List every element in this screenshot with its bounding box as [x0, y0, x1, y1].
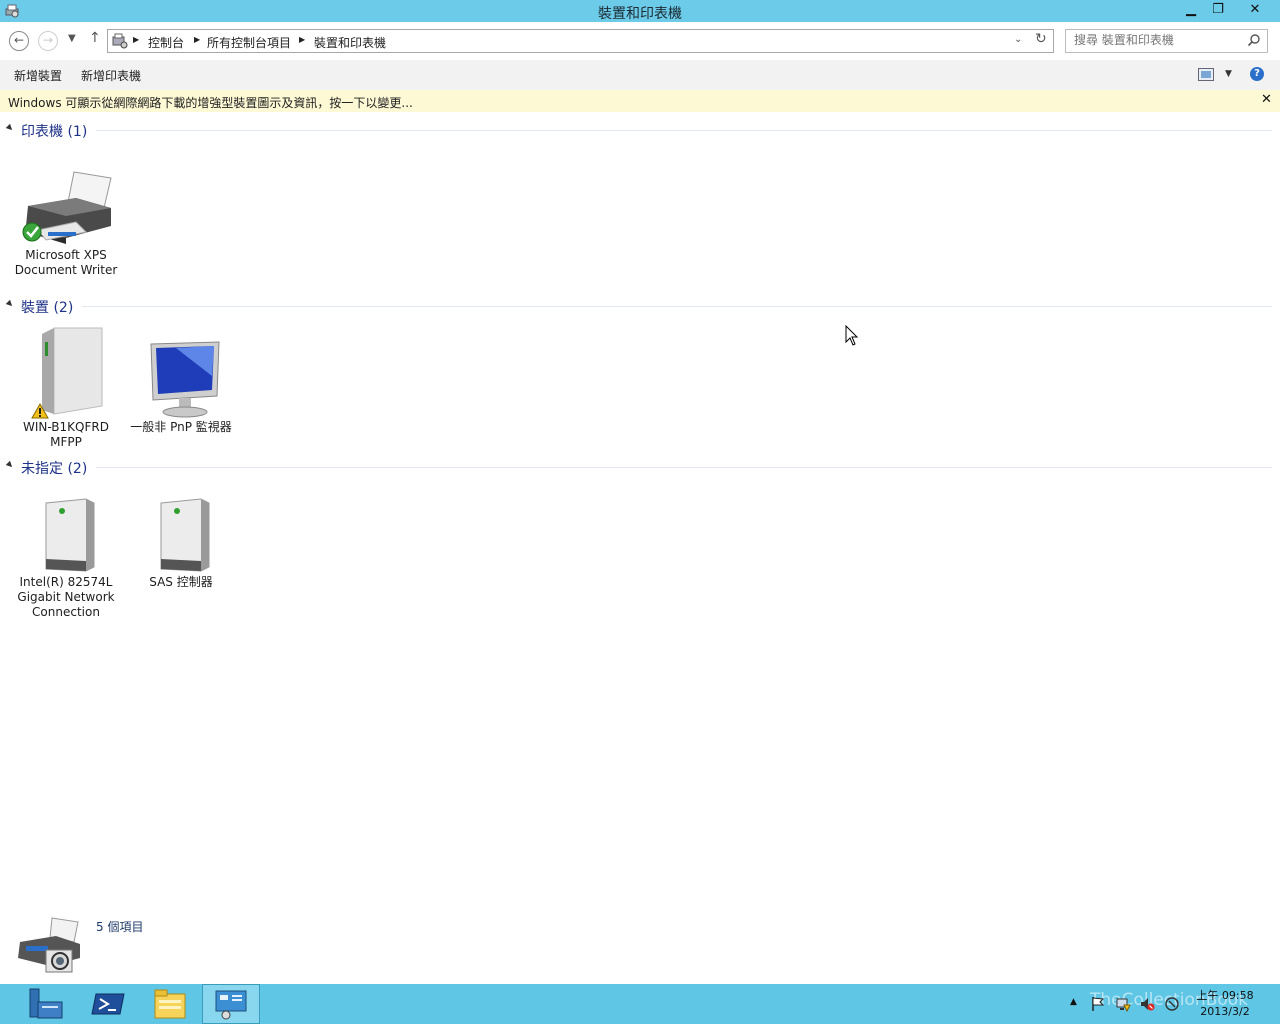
action-center-flag-icon[interactable] [1090, 996, 1106, 1012]
computer-tower-icon [31, 327, 103, 419]
devices-printers-large-icon [18, 917, 80, 973]
clock[interactable]: 上午 09:58 2013/3/2 [1192, 988, 1258, 1020]
item-count: 5 個項目 [96, 920, 144, 934]
group-title[interactable]: 未指定 (2) [21, 458, 87, 478]
network-icon[interactable] [1115, 996, 1131, 1012]
clock-time: 上午 09:58 [1196, 989, 1254, 1002]
file-explorer-button[interactable] [141, 984, 199, 1024]
collapse-arrow-icon[interactable] [5, 123, 15, 133]
taskbar: TheCollectionBook ▲ 上午 09:58 2013/3/2 [0, 984, 1280, 1024]
device-label[interactable]: 一般非 PnP 監視器 [126, 420, 236, 435]
details-pane: 5 個項目 [0, 910, 1280, 984]
device-label[interactable]: Intel(R) 82574L Gigabit Network Connecti… [11, 575, 121, 620]
collapse-arrow-icon[interactable] [5, 460, 15, 470]
mouse-cursor-icon [845, 325, 859, 346]
device-item[interactable]: Microsoft XPS Document Writer [11, 168, 121, 278]
printer-icon [22, 171, 112, 244]
powershell-icon [91, 993, 125, 1015]
breadcrumb-control-panel[interactable]: 控制台 [148, 34, 184, 51]
server-manager-button[interactable] [16, 984, 74, 1024]
clock-date: 2013/3/2 [1200, 1005, 1250, 1018]
add-device-button[interactable]: 新增裝置 [14, 67, 62, 84]
change-view-icon[interactable] [1198, 68, 1214, 81]
forward-button[interactable]: → [38, 31, 58, 51]
refresh-button[interactable]: ↻ [1035, 31, 1047, 47]
up-button[interactable]: ↑ [89, 30, 101, 46]
group-title[interactable]: 裝置 (2) [21, 297, 73, 317]
control-panel-taskbar-button[interactable] [202, 984, 260, 1024]
search-icon[interactable] [1247, 33, 1261, 47]
breadcrumb-chevron-icon[interactable]: ▶ [194, 35, 200, 44]
group-header-printers[interactable]: 印表機 (1) [0, 120, 1272, 140]
volume-muted-icon[interactable] [1139, 996, 1155, 1012]
device-item[interactable]: SAS 控制器 [126, 495, 236, 590]
maximize-button[interactable]: ❐ [1205, 0, 1231, 20]
device-item[interactable]: Intel(R) 82574L Gigabit Network Connecti… [11, 495, 121, 620]
device-item[interactable]: WIN-B1KQFRD MFPP [11, 326, 121, 450]
group-header-unspecified[interactable]: 未指定 (2) [0, 457, 1272, 477]
collapse-arrow-icon[interactable] [5, 299, 15, 309]
group-divider [82, 306, 1272, 307]
window-title: 裝置和印表機 [598, 6, 682, 22]
ime-icon[interactable] [1164, 996, 1180, 1012]
device-label[interactable]: WIN-B1KQFRD MFPP [11, 420, 121, 450]
device-label[interactable]: Microsoft XPS Document Writer [11, 248, 121, 278]
search-box[interactable] [1065, 29, 1268, 53]
device-item[interactable]: 一般非 PnP 監視器 [126, 326, 236, 435]
add-printer-button[interactable]: 新增印表機 [81, 67, 141, 84]
title-bar[interactable]: 裝置和印表機 ▁ ❐ ✕ [0, 0, 1280, 22]
breadcrumb-devices-printers[interactable]: 裝置和印表機 [314, 34, 386, 51]
info-bar[interactable]: Windows 可顯示從網際網路下載的增強型裝置圖示及資訊，按一下以變更... … [0, 90, 1280, 112]
powershell-button[interactable] [80, 984, 138, 1024]
control-panel-icon [112, 33, 128, 49]
address-row: ← → ▼ ↑ ▶ 控制台 ▶ 所有控制台項目 ▶ 裝置和印表機 ⌄ ↻ [0, 22, 1280, 60]
search-input[interactable] [1074, 33, 1244, 47]
help-icon[interactable]: ? [1250, 67, 1264, 81]
address-dropdown-icon[interactable]: ⌄ [1014, 34, 1022, 45]
group-divider [96, 467, 1272, 468]
breadcrumb-chevron-icon[interactable]: ▶ [133, 35, 139, 44]
address-bar[interactable]: ▶ 控制台 ▶ 所有控制台項目 ▶ 裝置和印表機 ⌄ ↻ [107, 29, 1054, 53]
minimize-button[interactable]: ▁ [1178, 0, 1204, 20]
breadcrumb-chevron-icon[interactable]: ▶ [299, 35, 305, 44]
more-options-dropdown[interactable]: ▼ [1225, 69, 1232, 79]
info-bar-text[interactable]: Windows 可顯示從網際網路下載的增強型裝置圖示及資訊，按一下以變更... [8, 94, 413, 111]
breadcrumb-all-items[interactable]: 所有控制台項目 [207, 34, 291, 51]
group-header-devices[interactable]: 裝置 (2) [0, 296, 1272, 316]
generic-device-icon [45, 498, 95, 572]
group-title[interactable]: 印表機 (1) [21, 121, 87, 141]
info-bar-close-icon[interactable]: ✕ [1261, 92, 1272, 107]
file-explorer-icon [154, 989, 186, 1019]
device-label[interactable]: SAS 控制器 [126, 575, 236, 590]
group-divider [96, 130, 1272, 131]
close-button[interactable]: ✕ [1232, 0, 1278, 20]
show-hidden-icons-button[interactable]: ▲ [1070, 997, 1077, 1007]
monitor-icon [150, 341, 220, 418]
back-button[interactable]: ← [9, 31, 29, 51]
generic-device-icon [160, 498, 210, 572]
server-manager-icon [29, 988, 63, 1019]
command-bar: 新增裝置 新增印表機 ▼ ? [0, 60, 1280, 90]
control-panel-icon [215, 990, 247, 1020]
recent-locations-dropdown[interactable]: ▼ [68, 33, 76, 44]
